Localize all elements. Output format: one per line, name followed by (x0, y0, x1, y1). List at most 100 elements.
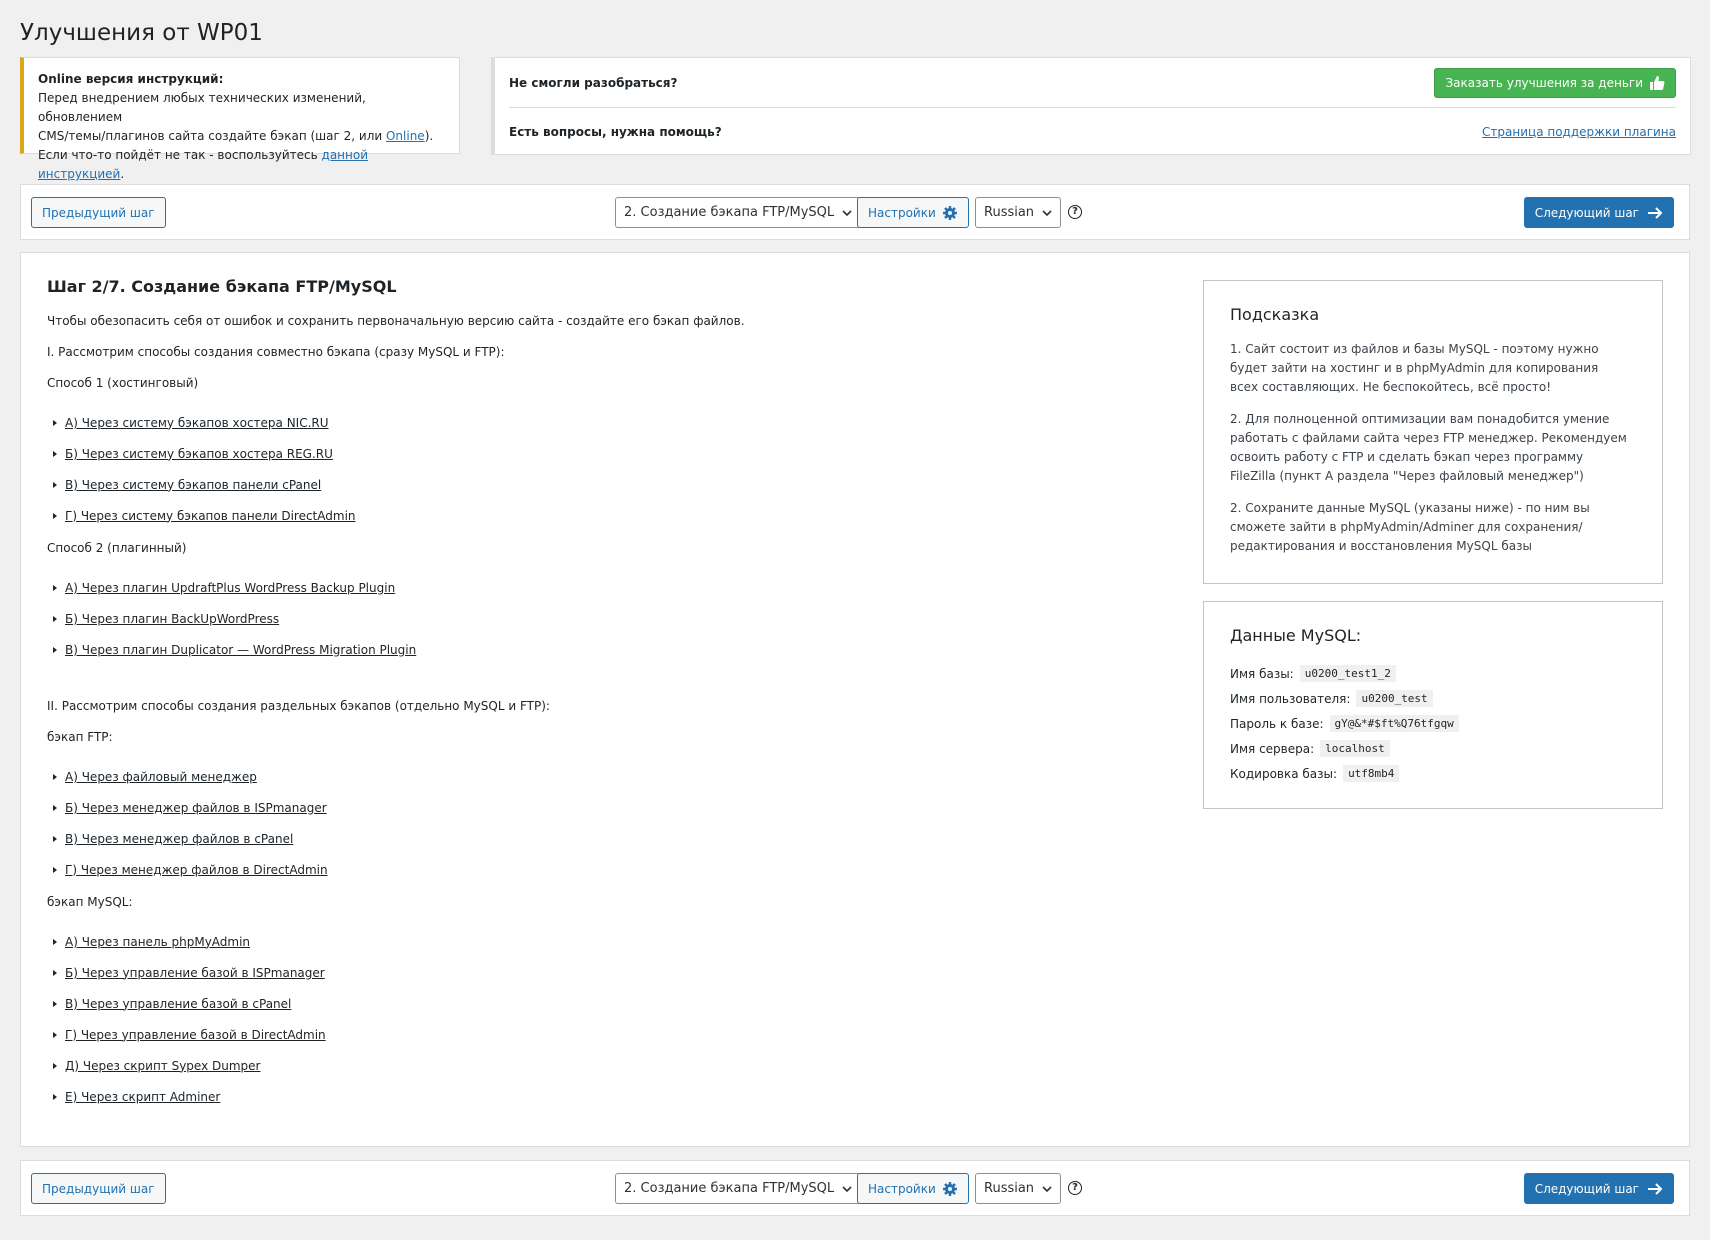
help-row-support: Есть вопросы, нужна помощь? Страница под… (509, 107, 1676, 156)
list-item: В) Через систему бэкапов панели cPanel (47, 469, 1147, 500)
method-2-list: А) Через плагин UpdraftPlus WordPress Ba… (47, 572, 1147, 665)
chevron-down-icon (842, 1185, 852, 1192)
method-1-link[interactable]: А) Через систему бэкапов хостера NIC.RU (65, 416, 329, 430)
method-2-link[interactable]: А) Через плагин UpdraftPlus WordPress Ba… (65, 581, 395, 595)
chevron-down-icon (1042, 209, 1052, 216)
mysql-data-panel: Данные MySQL: Имя базы: u0200_test1_2 Имя… (1203, 601, 1663, 809)
section-2-heading: II. Рассмотрим способы создания раздельн… (47, 699, 550, 713)
order-improvements-button[interactable]: Заказать улучшения за деньги (1434, 67, 1676, 98)
list-item: А) Через систему бэкапов хостера NIC.RU (47, 407, 1147, 438)
ftp-link[interactable]: А) Через файловый менеджер (65, 770, 257, 784)
hint-paragraph: 1. Сайт состоит из файлов и базы MySQL -… (1230, 342, 1599, 394)
mysql-link[interactable]: В) Через управление базой в cPanel (65, 997, 291, 1011)
help-row-order: Не смогли разобраться? Заказать улучшени… (509, 58, 1676, 107)
online-link[interactable]: Online (386, 129, 425, 143)
list-item: А) Через плагин UpdraftPlus WordPress Ba… (47, 572, 1147, 603)
db-password-value: gY@&*#$ft%Q76tfgqw (1329, 715, 1459, 732)
method-1-link[interactable]: В) Через систему бэкапов панели cPanel (65, 478, 321, 492)
method-1-link[interactable]: Г) Через систему бэкапов панели DirectAd… (65, 509, 356, 523)
method-2-link[interactable]: Б) Через плагин BackUpWordPress (65, 612, 279, 626)
list-item: Г) Через менеджер файлов в DirectAdmin (47, 854, 1147, 885)
list-item: Б) Через систему бэкапов хостера REG.RU (47, 438, 1147, 469)
prev-step-button[interactable]: Предыдущий шаг (31, 197, 166, 228)
db-server-value: localhost (1320, 740, 1390, 757)
arrow-right-icon (1648, 206, 1663, 219)
gear-icon (942, 1181, 957, 1196)
method-2-link[interactable]: В) Через плагин Duplicator — WordPress M… (65, 643, 416, 657)
ftp-list: А) Через файловый менеджер Б) Через мене… (47, 761, 1147, 885)
notice-line-3: Если что-то пойдёт не так - воспользуйте… (38, 148, 368, 181)
db-name-value: u0200_test1_2 (1299, 665, 1396, 682)
ftp-link[interactable]: Г) Через менеджер файлов в DirectAdmin (65, 863, 328, 877)
thumbs-up-icon (1650, 75, 1665, 90)
db-charset-value: utf8mb4 (1343, 765, 1400, 782)
hint-paragraph: 2. Для полноценной оптимизации вам понад… (1230, 412, 1627, 483)
notice-line-1: Перед внедрением любых технических измен… (38, 91, 366, 124)
hint-paragraph: 2. Сохраните данные MySQL (указаны ниже)… (1230, 501, 1590, 553)
mysql-link[interactable]: Д) Через скрипт Sypex Dumper (65, 1059, 260, 1073)
help-icon[interactable]: ? (1068, 205, 1082, 219)
step-navigation-bottom: Предыдущий шаг 2. Создание бэкапа FTP/My… (20, 1160, 1690, 1216)
language-select[interactable]: Russian (975, 1173, 1062, 1204)
prev-step-button[interactable]: Предыдущий шаг (31, 1173, 166, 1204)
mysql-link[interactable]: Е) Через скрипт Adminer (65, 1090, 220, 1104)
next-step-button[interactable]: Следующий шаг (1523, 1173, 1674, 1204)
page-title: Улучшения от WP01 (20, 20, 263, 46)
arrow-right-icon (1648, 1182, 1663, 1195)
method-1-heading: Способ 1 (хостинговый) (47, 376, 199, 390)
chevron-down-icon (842, 209, 852, 216)
online-instructions-notice: Online версия инструкций: Перед внедрени… (20, 57, 460, 181)
list-item: А) Через файловый менеджер (47, 761, 1147, 792)
ftp-link[interactable]: Б) Через менеджер файлов в ISPmanager (65, 801, 327, 815)
method-1-list: А) Через систему бэкапов хостера NIC.RU … (47, 407, 1147, 531)
method-2-heading: Способ 2 (плагинный) (47, 541, 187, 555)
mysql-heading: бэкап MySQL: (47, 895, 133, 909)
method-1-link[interactable]: Б) Через систему бэкапов хостера REG.RU (65, 447, 333, 461)
support-page-link[interactable]: Страница поддержки плагина (1482, 125, 1676, 139)
list-item: В) Через управление базой в cPanel (47, 988, 1147, 1019)
step-intro: Чтобы обезопасить себя от ошибок и сохра… (47, 314, 745, 328)
mysql-row: Имя базы: u0200_test1_2 (1230, 661, 1636, 686)
notice-line-2: CMS/темы/плагинов сайта создайте бэкап (… (38, 129, 434, 143)
help-box: Не смогли разобраться? Заказать улучшени… (491, 57, 1691, 155)
mysql-data-title: Данные MySQL: (1230, 626, 1362, 645)
list-item: А) Через панель phpMyAdmin (47, 926, 1147, 957)
settings-button[interactable]: Настройки (857, 1173, 969, 1204)
step-heading: Шаг 2/7. Создание бэкапа FTP/MySQL (47, 277, 397, 296)
help-icon[interactable]: ? (1068, 1181, 1082, 1195)
mysql-row: Кодировка базы: utf8mb4 (1230, 761, 1636, 786)
list-item: Е) Через скрипт Adminer (47, 1081, 1147, 1112)
gear-icon (942, 205, 957, 220)
list-item: В) Через плагин Duplicator — WordPress M… (47, 634, 1147, 665)
step-select[interactable]: 2. Создание бэкапа FTP/MySQL (615, 1173, 862, 1204)
language-select[interactable]: Russian (975, 197, 1062, 228)
list-item: В) Через менеджер файлов в cPanel (47, 823, 1147, 854)
help-question-2: Есть вопросы, нужна помощь? (509, 125, 722, 139)
mysql-link[interactable]: Б) Через управление базой в ISPmanager (65, 966, 325, 980)
ftp-link[interactable]: В) Через менеджер файлов в cPanel (65, 832, 293, 846)
help-question-1: Не смогли разобраться? (509, 75, 678, 90)
step-select[interactable]: 2. Создание бэкапа FTP/MySQL (615, 197, 862, 228)
list-item: Б) Через плагин BackUpWordPress (47, 603, 1147, 634)
db-user-value: u0200_test (1356, 690, 1433, 707)
list-item: Г) Через систему бэкапов панели DirectAd… (47, 500, 1147, 531)
list-item: Б) Через управление базой в ISPmanager (47, 957, 1147, 988)
mysql-row: Пароль к базе: gY@&*#$ft%Q76tfgqw (1230, 711, 1636, 736)
notice-heading: Online версия инструкций: (38, 72, 224, 86)
next-step-button[interactable]: Следующий шаг (1523, 197, 1674, 228)
list-item: Д) Через скрипт Sypex Dumper (47, 1050, 1147, 1081)
ftp-heading: бэкап FTP: (47, 730, 113, 744)
mysql-link[interactable]: А) Через панель phpMyAdmin (65, 935, 250, 949)
step-navigation-top: Предыдущий шаг 2. Создание бэкапа FTP/My… (20, 184, 1690, 240)
settings-button[interactable]: Настройки (857, 197, 969, 228)
mysql-link[interactable]: Г) Через управление базой в DirectAdmin (65, 1028, 326, 1042)
mysql-list: А) Через панель phpMyAdmin Б) Через упра… (47, 926, 1147, 1112)
mysql-row: Имя пользователя: u0200_test (1230, 686, 1636, 711)
list-item: Б) Через менеджер файлов в ISPmanager (47, 792, 1147, 823)
section-1-heading: I. Рассмотрим способы создания совместно… (47, 345, 505, 359)
list-item: Г) Через управление базой в DirectAdmin (47, 1019, 1147, 1050)
chevron-down-icon (1042, 1185, 1052, 1192)
hint-title: Подсказка (1230, 305, 1320, 324)
hint-panel: Подсказка 1. Сайт состоит из файлов и ба… (1203, 280, 1663, 584)
mysql-row: Имя сервера: localhost (1230, 736, 1636, 761)
